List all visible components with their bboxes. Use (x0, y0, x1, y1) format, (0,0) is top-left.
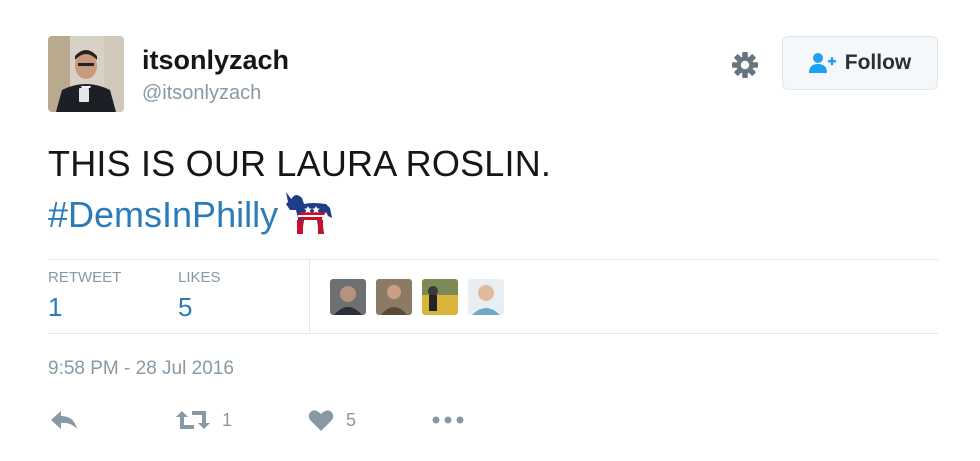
hashtag-line: #DemsInPhilly (48, 192, 334, 238)
like-button[interactable]: 5 (308, 409, 356, 431)
follow-button[interactable]: Follow (782, 36, 938, 90)
hashtag-link[interactable]: #DemsInPhilly (48, 194, 278, 236)
liker-avatar-1[interactable] (330, 279, 366, 315)
more-button[interactable] (432, 409, 464, 431)
likes-label: LIKES (178, 269, 221, 286)
tweet-text: THIS IS OUR LAURA ROSLIN. (48, 143, 552, 184)
add-user-icon (808, 53, 836, 73)
avatar[interactable] (48, 36, 124, 112)
liker-avatar-2[interactable] (376, 279, 412, 315)
stats-divider (309, 259, 310, 334)
divider (48, 259, 938, 260)
retweet-action-count: 1 (222, 409, 233, 430)
follow-label: Follow (844, 51, 912, 74)
more-icon (432, 416, 464, 424)
retweet-button[interactable]: 1 (176, 409, 232, 431)
divider (48, 333, 938, 334)
like-action-count: 5 (346, 409, 357, 430)
user-handle[interactable]: @itsonlyzach (142, 82, 261, 105)
display-name[interactable]: itsonlyzach (142, 45, 289, 76)
democratic-donkey-emoji (286, 192, 333, 234)
reply-button[interactable] (50, 409, 78, 431)
retweet-icon (176, 411, 210, 429)
retweets-count[interactable]: 1 (48, 292, 62, 323)
liker-avatar-3[interactable] (422, 279, 458, 315)
tweet-timestamp[interactable]: 9:58 PM - 28 Jul 2016 (48, 358, 234, 380)
gear-icon[interactable] (730, 50, 760, 80)
retweets-label: RETWEET (48, 269, 122, 286)
likes-count[interactable]: 5 (178, 292, 192, 323)
reply-icon (51, 411, 77, 429)
liker-avatar-4[interactable] (468, 279, 504, 315)
heart-icon (308, 410, 334, 431)
